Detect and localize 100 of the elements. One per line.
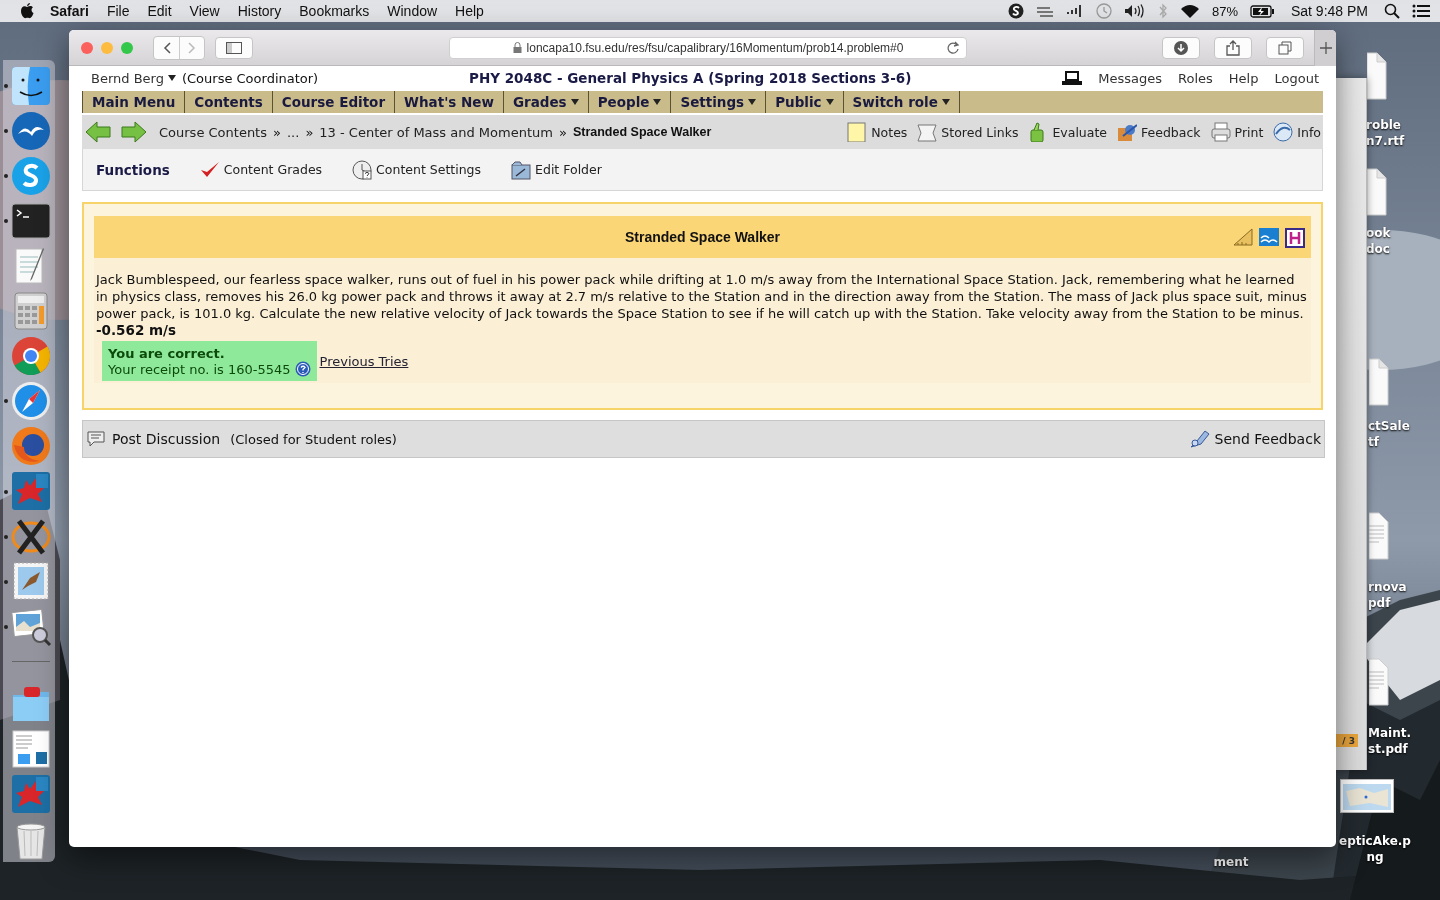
battery-charging-icon[interactable] xyxy=(1249,4,1275,18)
main-menu-item[interactable]: Settings xyxy=(671,91,767,113)
file-name-line[interactable]: roble xyxy=(1366,117,1405,133)
menu-clock[interactable]: Sat 9:48 PM xyxy=(1286,3,1372,19)
notepad-icon xyxy=(847,122,868,142)
breadcrumb-link[interactable]: ... xyxy=(286,124,300,140)
main-menu-item[interactable]: Switch role xyxy=(843,91,960,113)
tabs-icon xyxy=(1278,40,1292,55)
function-link[interactable]: Content Settings xyxy=(352,159,482,180)
header-link[interactable]: Messages xyxy=(1098,70,1163,86)
compass-icon[interactable] xyxy=(10,379,52,422)
function-link[interactable]: Content Grades xyxy=(199,159,323,180)
main-menu-item[interactable]: Contents xyxy=(185,91,273,113)
functions-label: Functions xyxy=(96,161,170,178)
main-menu-item[interactable]: Main Menu xyxy=(82,91,186,113)
function-link[interactable]: Edit Folder xyxy=(511,159,602,180)
file-name-line[interactable]: ng xyxy=(1338,849,1412,865)
discussion-note: (Closed for Student roles) xyxy=(230,431,397,447)
breadcrumb-separator: » xyxy=(305,124,314,140)
breadcrumb-link[interactable]: Course Contents xyxy=(159,124,267,140)
document-icon[interactable] xyxy=(1367,52,1387,100)
pdf-page-icon[interactable] xyxy=(1369,512,1389,560)
send-feedback-link[interactable]: Send Feedback xyxy=(1188,429,1321,449)
apple-icon[interactable] xyxy=(20,3,34,19)
laptop-icon[interactable] xyxy=(1062,71,1083,85)
chevron-left-icon xyxy=(162,41,171,54)
finder-face-icon[interactable] xyxy=(10,64,52,107)
list-icon[interactable] xyxy=(1412,4,1430,18)
downloads-button[interactable] xyxy=(1162,36,1200,59)
course-title: PHY 2048C - General Physics A (Spring 2018 Sections 3-6) xyxy=(468,70,913,86)
printer-icon xyxy=(1210,122,1231,142)
tool-link[interactable]: Feedback xyxy=(1117,122,1201,142)
main-menu-item[interactable]: People xyxy=(588,91,672,113)
reload-icon[interactable] xyxy=(946,40,960,55)
back-arrow-icon[interactable] xyxy=(85,121,111,143)
lock-icon xyxy=(512,42,522,53)
menu-item[interactable]: Help xyxy=(446,3,493,19)
seagull-icon[interactable] xyxy=(10,109,52,152)
page-count-badge: / 3 xyxy=(1336,734,1358,747)
ruler-triangle-icon[interactable] xyxy=(1233,228,1253,246)
wifi-icon[interactable] xyxy=(1179,3,1200,19)
fox-globe-icon[interactable] xyxy=(10,425,52,468)
menu-item[interactable]: File xyxy=(97,3,139,19)
problem-title: Stranded Space Walker xyxy=(624,229,781,245)
open-book-icon[interactable] xyxy=(1259,228,1279,246)
menu-item[interactable]: Edit xyxy=(138,3,181,19)
clock-icon[interactable] xyxy=(1095,3,1112,19)
round-color-icon[interactable] xyxy=(10,334,52,377)
menu-item[interactable]: History xyxy=(228,3,291,19)
share-button[interactable] xyxy=(1214,36,1252,59)
tool-link[interactable]: Print xyxy=(1210,122,1264,142)
header-link[interactable]: Help xyxy=(1228,70,1259,86)
map-thumbnail-icon[interactable] xyxy=(1340,779,1394,813)
file-name-line[interactable]: epticAke.p xyxy=(1338,833,1412,849)
post-discussion-link[interactable]: Post Discussion xyxy=(86,430,221,448)
feedback-pen-icon xyxy=(1188,429,1211,449)
previous-tries-link[interactable]: Previous Tries xyxy=(319,353,409,369)
user-name[interactable]: Bernd Berg xyxy=(91,70,164,86)
search-icon[interactable] xyxy=(1384,3,1400,19)
h-square-icon[interactable] xyxy=(1285,228,1305,248)
main-menu-item[interactable]: What's New xyxy=(395,91,504,113)
clock-question-icon xyxy=(352,159,373,180)
breadcrumb-link[interactable]: 13 - Center of Mass and Momentum xyxy=(319,124,553,140)
main-menu-item[interactable]: Course Editor xyxy=(272,91,396,113)
battery-percentage: 87% xyxy=(1211,3,1238,19)
file-name-line[interactable]: n7.rtf xyxy=(1366,133,1405,149)
close-button[interactable] xyxy=(81,41,93,54)
header-link[interactable]: Logout xyxy=(1274,70,1319,86)
document-icon[interactable] xyxy=(1367,168,1387,216)
pdf-page-icon[interactable] xyxy=(1369,658,1389,706)
menu-item[interactable]: Bookmarks xyxy=(290,3,379,19)
receipt-text: Your receipt no. is 160-5545 xyxy=(108,361,291,377)
tool-link[interactable]: Notes xyxy=(847,122,908,142)
share-icon xyxy=(1226,39,1240,56)
download-icon xyxy=(1174,40,1188,55)
sidebar-button[interactable] xyxy=(215,36,253,59)
forward-arrow-icon[interactable] xyxy=(121,121,147,143)
header-link[interactable]: Roles xyxy=(1178,70,1213,86)
menu-item[interactable]: View xyxy=(180,3,229,19)
main-menu-item[interactable]: Grades xyxy=(503,91,589,113)
tool-link[interactable]: Stored Links xyxy=(917,122,1019,142)
menu-item[interactable]: Window xyxy=(378,3,447,19)
new-tab-button[interactable] xyxy=(1314,30,1336,66)
main-menu-item[interactable]: Public xyxy=(766,91,844,113)
file-name-line[interactable]: Maint. xyxy=(1368,725,1411,741)
address-field[interactable]: loncapa10.fsu.edu/res/fsu/capalibrary/16Momentum/prob14.problem#0 xyxy=(449,36,967,59)
tabs-button[interactable] xyxy=(1266,36,1304,59)
app-menu[interactable]: Safari xyxy=(34,3,98,19)
document-icon[interactable] xyxy=(1369,358,1389,406)
file-name-line[interactable]: st.pdf xyxy=(1368,741,1411,757)
chevron-right-icon xyxy=(188,41,196,54)
breadcrumb-separator: » xyxy=(273,124,281,140)
signal-dots-icon[interactable] xyxy=(1065,4,1084,18)
chat-status-icon[interactable] xyxy=(1007,3,1024,19)
volume-icon[interactable] xyxy=(1123,4,1146,18)
document-preview-icon[interactable] xyxy=(10,728,52,771)
file-name-line[interactable]: ment xyxy=(1194,854,1268,870)
tool-link[interactable]: Evaluate xyxy=(1028,122,1108,142)
tool-link[interactable]: Info xyxy=(1273,122,1321,142)
help-icon[interactable] xyxy=(294,361,311,377)
